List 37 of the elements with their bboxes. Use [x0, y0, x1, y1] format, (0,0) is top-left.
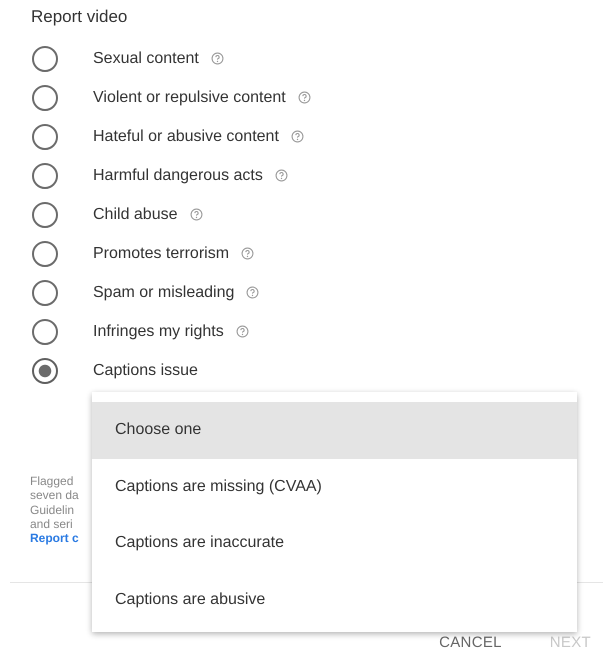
radio-button[interactable] [32, 124, 58, 150]
option-label[interactable]: Child abuse [93, 206, 178, 224]
option-label[interactable]: Promotes terrorism [93, 244, 230, 262]
radio-button[interactable] [32, 358, 58, 384]
dialog-title: Report video [30, 6, 128, 28]
option-label[interactable]: Spam or misleading [93, 284, 234, 302]
menu-item[interactable]: Captions are abusive [92, 572, 577, 628]
dialog-button[interactable]: CANCEL [435, 635, 506, 650]
radio-button[interactable] [32, 318, 58, 344]
menu-item[interactable]: Captions are inaccurate [92, 515, 577, 572]
option-label[interactable]: Infringes my rights [93, 322, 224, 340]
radio-button[interactable] [32, 162, 58, 188]
radio-button[interactable] [32, 240, 58, 266]
radio-button[interactable] [32, 280, 58, 306]
option-label[interactable]: Harmful dangerous acts [93, 166, 263, 184]
radio-button[interactable] [32, 84, 58, 110]
notice-text: Flagged [30, 474, 74, 488]
radio-button[interactable] [32, 202, 58, 228]
radio-button[interactable] [32, 46, 58, 72]
notice-text: Guidelin [30, 502, 74, 517]
help-icon[interactable] [210, 52, 224, 65]
option-label[interactable]: Captions issue [93, 362, 198, 380]
notice-text: and seri [30, 516, 73, 532]
option-label[interactable]: Sexual content [93, 50, 199, 68]
help-icon[interactable] [190, 208, 202, 221]
notice-text: seven da [30, 488, 79, 503]
option-label[interactable]: Hateful or abusive content [93, 128, 279, 146]
help-icon[interactable] [298, 91, 311, 104]
option-label[interactable]: Violent or repulsive content [93, 88, 286, 106]
help-icon[interactable] [246, 286, 260, 299]
help-icon[interactable] [236, 325, 249, 338]
report-link[interactable]: Report c [30, 531, 79, 546]
help-icon[interactable] [241, 247, 254, 260]
menu-item[interactable]: Captions are missing (CVAA) [92, 458, 577, 515]
help-icon[interactable] [290, 130, 304, 143]
menu-item[interactable]: Choose one [92, 402, 577, 458]
help-icon[interactable] [274, 169, 288, 182]
